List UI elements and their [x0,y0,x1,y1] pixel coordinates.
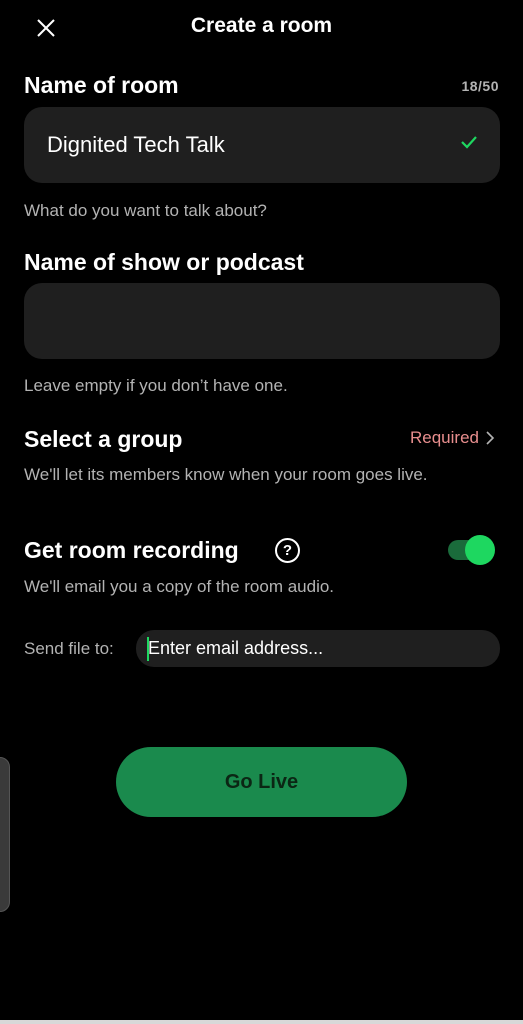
room-name-field[interactable]: Dignited Tech Talk [24,107,500,183]
help-icon[interactable]: ? [275,538,300,563]
side-drag-handle[interactable] [0,757,10,912]
text-caret [147,637,149,661]
bottom-divider [0,1020,523,1024]
room-name-value: Dignited Tech Talk [47,132,225,157]
room-name-helper: What do you want to talk about? [24,201,267,220]
room-name-label: Name of room [24,72,179,98]
email-input[interactable] [136,630,500,667]
char-counter: 18/50 [461,78,499,94]
required-label: Required [410,428,479,447]
show-name-helper: Leave empty if you don’t have one. [24,376,288,395]
chevron-right-icon [486,431,495,445]
toggle-knob [465,535,495,565]
recording-toggle[interactable] [448,535,496,565]
select-group-button[interactable]: Required [410,428,495,448]
select-group-label[interactable]: Select a group [24,426,182,453]
recording-helper: We'll email you a copy of the room audio… [24,577,335,596]
select-group-helper: We'll let its members know when your roo… [24,465,428,484]
recording-label: Get room recording [24,537,239,563]
show-name-field[interactable] [24,283,500,359]
send-file-label: Send file to: [24,639,114,658]
go-live-button[interactable]: Go Live [116,747,407,817]
show-name-label: Name of show or podcast [24,249,304,275]
page-title: Create a room [190,14,333,37]
check-icon [461,136,477,149]
header: Create a room [0,0,523,56]
